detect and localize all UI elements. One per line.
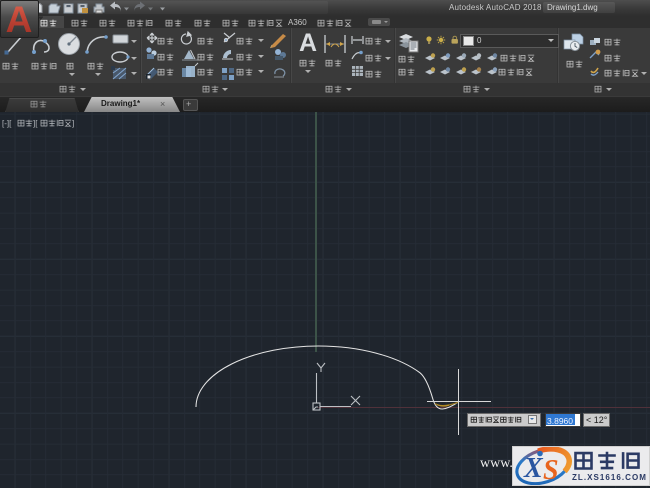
svg-text:S: S [543, 455, 559, 485]
svg-text:A: A [6, 1, 33, 35]
svg-text:X: X [523, 453, 544, 484]
